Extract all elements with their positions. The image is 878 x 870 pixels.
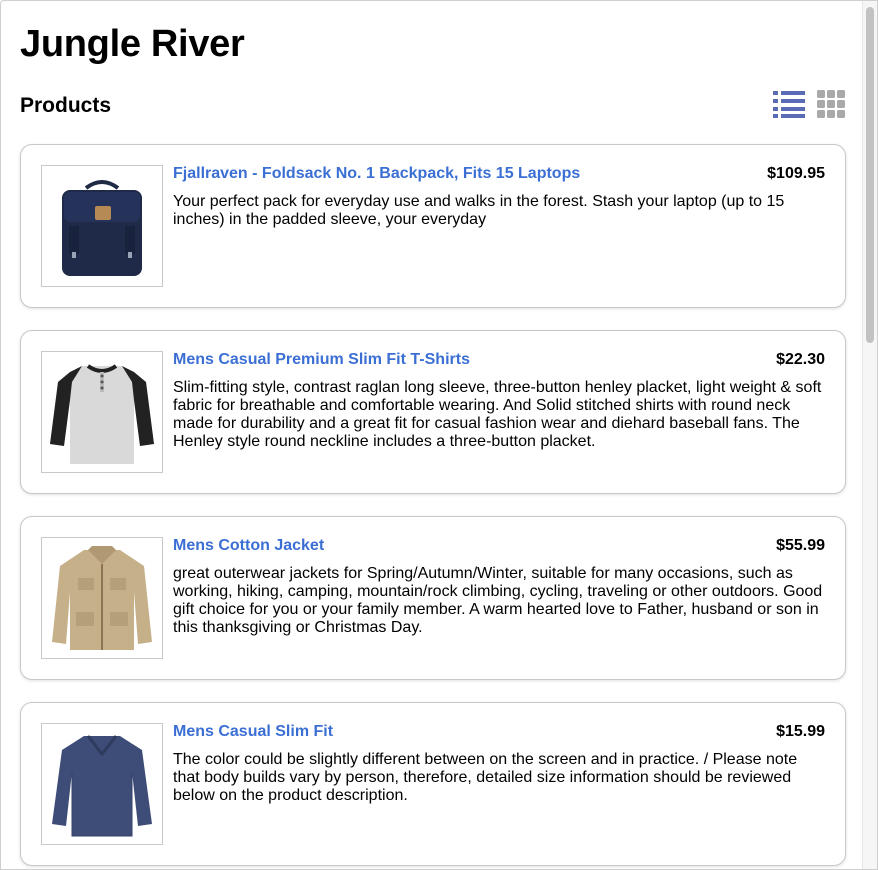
product-description: Slim-fitting style, contrast raglan long… — [173, 379, 822, 450]
product-card[interactable]: Mens Casual Premium Slim Fit T-Shirts $2… — [20, 330, 846, 494]
jacket-image[interactable] — [41, 537, 163, 659]
product-description: Your perfect pack for everyday use and w… — [173, 193, 785, 228]
scrollbar-thumb[interactable] — [866, 7, 874, 343]
grid-view-icon[interactable] — [817, 90, 845, 118]
product-price: $15.99 — [776, 723, 825, 740]
product-title-link[interactable]: Mens Casual Premium Slim Fit T-Shirts — [173, 351, 470, 369]
product-card[interactable]: Mens Casual Slim Fit $15.99 The color co… — [20, 702, 846, 866]
app-window: Jungle River Products Fjallraven - Folds… — [0, 0, 878, 870]
long-sleeve-shirt-image[interactable] — [41, 723, 163, 845]
product-description: The color could be slightly different be… — [173, 751, 798, 804]
product-card[interactable]: Mens Cotton Jacket $55.99 great outerwea… — [20, 516, 846, 680]
product-price: $55.99 — [776, 537, 825, 554]
product-title-link[interactable]: Mens Cotton Jacket — [173, 537, 324, 555]
product-title-link[interactable]: Mens Casual Slim Fit — [173, 723, 333, 741]
product-description: great outerwear jackets for Spring/Autum… — [173, 565, 823, 636]
product-card[interactable]: Fjallraven - Foldsack No. 1 Backpack, Fi… — [20, 144, 846, 308]
section-title: Products — [20, 94, 112, 117]
list-view-icon[interactable] — [773, 90, 805, 118]
site-title: Jungle River — [20, 23, 245, 65]
product-title-link[interactable]: Fjallraven - Foldsack No. 1 Backpack, Fi… — [173, 165, 580, 183]
product-price: $109.95 — [767, 165, 825, 182]
products-header: Products — [20, 89, 846, 123]
view-toggle — [773, 90, 845, 118]
tshirt-image[interactable] — [41, 351, 163, 473]
product-price: $22.30 — [776, 351, 825, 368]
backpack-image[interactable] — [41, 165, 163, 287]
product-list: Fjallraven - Foldsack No. 1 Backpack, Fi… — [20, 144, 846, 869]
vertical-scrollbar[interactable] — [862, 1, 877, 869]
